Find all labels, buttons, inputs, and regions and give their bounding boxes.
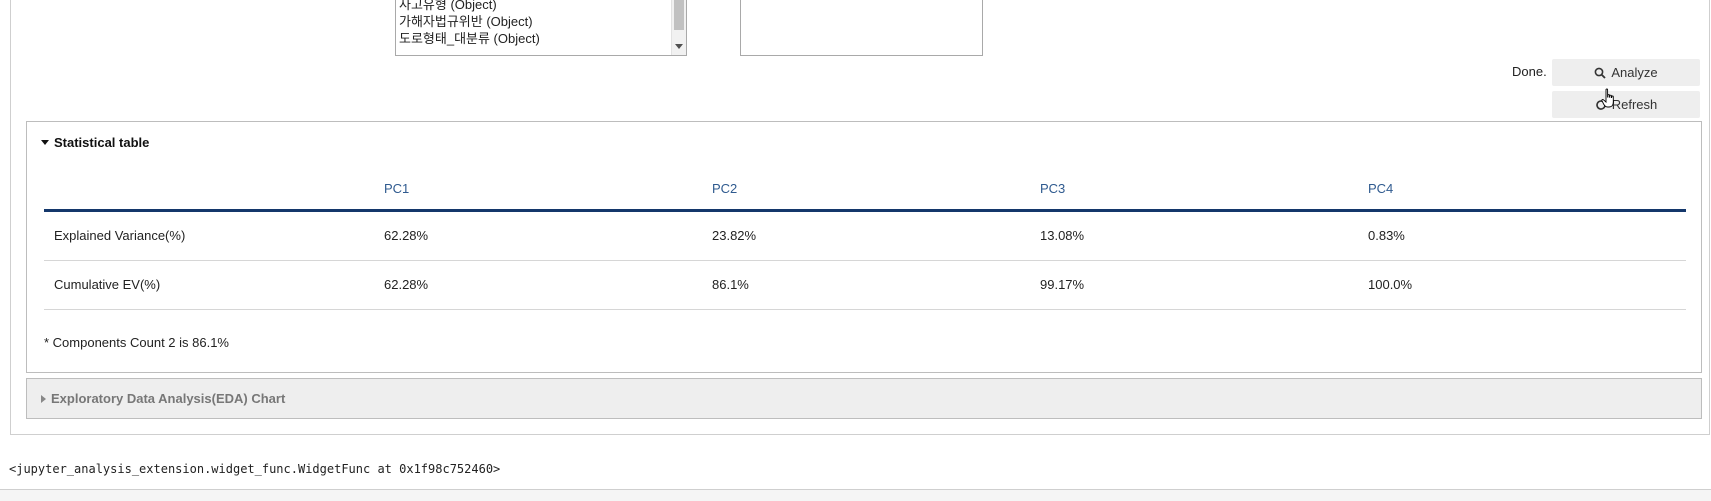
list-item[interactable]: 가해자법규위반 (Object) xyxy=(399,13,533,31)
column-header: PC4 xyxy=(1368,181,1394,196)
listbox-scrollbar[interactable] xyxy=(671,0,686,55)
row-label: Cumulative EV(%) xyxy=(54,277,161,292)
table-cell: 62.28% xyxy=(384,277,429,292)
table-row: Explained Variance(%) 62.28% 23.82% 13.0… xyxy=(44,212,1686,261)
table-cell: 100.0% xyxy=(1368,277,1413,292)
table-cell: 62.28% xyxy=(384,228,429,243)
table-cell: 13.08% xyxy=(1040,228,1085,243)
search-icon xyxy=(1594,67,1607,79)
analyze-button[interactable]: Analyze xyxy=(1552,59,1700,86)
variable-listbox[interactable]: 사고유형 (Object) 가해자법규위반 (Object) 도로형태_대분류 … xyxy=(395,0,687,56)
caret-down-icon xyxy=(41,140,49,145)
refresh-icon xyxy=(1595,99,1606,110)
row-label: Explained Variance(%) xyxy=(54,228,186,243)
list-item[interactable]: 도로형태_대분류 (Object) xyxy=(399,30,540,48)
eda-chart-toggle[interactable]: Exploratory Data Analysis(EDA) Chart xyxy=(41,391,285,406)
scrollbar-thumb[interactable] xyxy=(674,0,684,30)
next-cell xyxy=(0,490,1711,501)
components-note: * Components Count 2 is 86.1% xyxy=(44,335,229,350)
caret-right-icon xyxy=(41,394,46,403)
status-label: Done. xyxy=(1512,64,1547,79)
table-header: PC1 PC2 PC3 PC4 xyxy=(44,174,1686,212)
statistical-table-panel: Statistical table PC1 PC2 PC3 PC4 Explai… xyxy=(26,121,1702,373)
table-cell: 0.83% xyxy=(1368,228,1405,243)
analyze-label: Analyze xyxy=(1611,65,1658,80)
table-cell: 99.17% xyxy=(1040,277,1085,292)
refresh-button[interactable]: Refresh xyxy=(1552,91,1700,118)
column-header: PC2 xyxy=(712,181,738,196)
list-item[interactable]: 사고유형 (Object) xyxy=(399,0,497,14)
table-cell: 23.82% xyxy=(712,228,757,243)
eda-chart-panel[interactable]: Exploratory Data Analysis(EDA) Chart xyxy=(26,378,1702,419)
table-row: Cumulative EV(%) 62.28% 86.1% 99.17% 100… xyxy=(44,261,1686,310)
eda-panel-title: Exploratory Data Analysis(EDA) Chart xyxy=(51,391,286,406)
refresh-label: Refresh xyxy=(1611,97,1658,112)
column-header: PC3 xyxy=(1040,181,1066,196)
selected-variables-box[interactable] xyxy=(740,0,983,56)
table-cell: 86.1% xyxy=(712,277,749,292)
statistics-table: PC1 PC2 PC3 PC4 Explained Variance(%) 62… xyxy=(44,174,1686,310)
statistical-table-toggle[interactable]: Statistical table xyxy=(41,135,149,150)
scroll-down-icon[interactable] xyxy=(675,44,683,49)
panel-title: Statistical table xyxy=(54,135,150,150)
column-header: PC1 xyxy=(384,181,410,196)
output-repr: <jupyter_analysis_extension.widget_func.… xyxy=(9,462,501,476)
